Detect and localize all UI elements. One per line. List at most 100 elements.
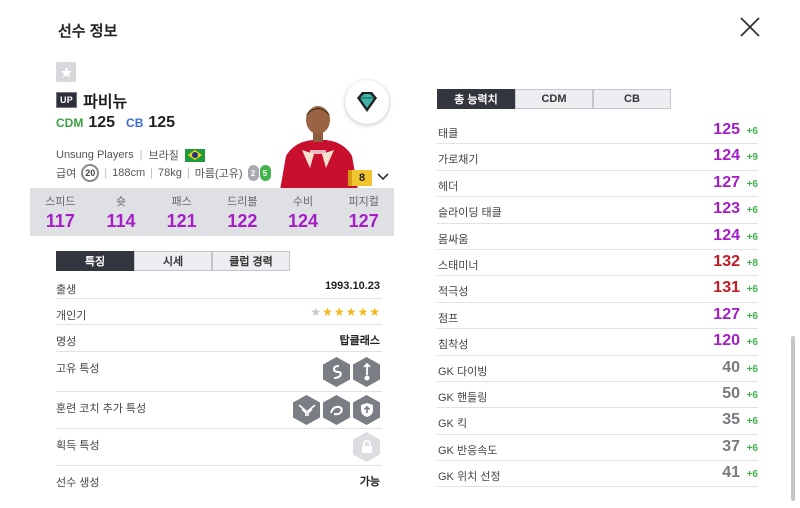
- attribute-tabs: 총 능력치 CDM CB: [437, 89, 671, 109]
- favorite-button[interactable]: [56, 62, 76, 82]
- expand-button[interactable]: [376, 170, 390, 184]
- star-icon: ★: [310, 305, 322, 319]
- attribute-bonus: +6: [746, 416, 758, 428]
- reputation-row: 명성 탑클래스: [56, 325, 382, 352]
- diamond-icon: [357, 92, 377, 112]
- page-title: 선수 정보: [58, 23, 118, 40]
- body-type: 마름(고유): [194, 168, 243, 180]
- attribute-value: 35: [722, 411, 740, 429]
- stat-physical: 피지컬 127: [348, 195, 379, 231]
- attribute-name: 헤더: [438, 180, 459, 193]
- attribute-row: GK 반응속도 37 +6: [437, 435, 758, 462]
- attribute-value: 124: [713, 226, 740, 244]
- weight: 78kg: [158, 167, 182, 179]
- scrollbar[interactable]: [791, 336, 795, 501]
- reputation-value: 탑클래스: [339, 335, 380, 347]
- attribute-value: 41: [722, 464, 740, 482]
- stat-dribbling: 드리블 122: [227, 195, 258, 231]
- attribute-bonus: +6: [746, 389, 758, 401]
- salary-label: 급여: [56, 168, 77, 180]
- attribute-value: 123: [713, 200, 740, 218]
- tab-cb[interactable]: CB: [593, 89, 671, 109]
- wings-icon: [297, 404, 316, 416]
- attribute-bonus: +6: [746, 126, 758, 137]
- attribute-name: 슬라이딩 태클: [438, 207, 502, 220]
- attribute-value: 124: [713, 147, 740, 165]
- trait-icon[interactable]: [323, 357, 350, 387]
- attribute-row: GK 핸들링 50 +6: [437, 382, 758, 409]
- attribute-name: 몸싸움: [438, 233, 469, 246]
- player-creation-value: 가능: [359, 476, 380, 488]
- attribute-list: 태클 125 +6 가로채기 124 +9 헤더 127 +6 슬라이딩 태클 123 +6 몸싸움 12…: [437, 118, 758, 488]
- skill-moves-row: 개인기 ★ ★ ★ ★ ★ ★: [56, 299, 382, 325]
- skill-moves-stars: ★ ★ ★ ★ ★ ★: [310, 305, 380, 319]
- attribute-name: 가로채기: [438, 154, 479, 167]
- tab-price[interactable]: 시세: [134, 251, 212, 271]
- attribute-row: 헤더 127 +6: [437, 171, 758, 198]
- attribute-name: GK 킥: [438, 418, 468, 431]
- chevron-down-icon[interactable]: [376, 170, 390, 184]
- team-row: Unsung Players | 브라질: [56, 147, 205, 163]
- locked-trait-slot: [353, 432, 380, 462]
- position-ratings: CDM 125 CB 125: [56, 114, 175, 132]
- trait-icon[interactable]: [293, 395, 320, 425]
- enhance-level-badge: 8: [348, 170, 372, 186]
- tab-traits[interactable]: 특징: [56, 251, 134, 271]
- salary-badge: 20: [81, 164, 100, 182]
- attribute-name: 태클: [438, 128, 459, 140]
- coach-traits-row: 훈련 코치 추가 특성: [56, 392, 382, 429]
- attribute-value: 132: [713, 252, 740, 270]
- star-icon: ★: [369, 305, 380, 319]
- player-creation-row: 선수 생성 가능: [56, 466, 382, 494]
- team-name: Unsung Players: [56, 149, 134, 161]
- info-tabs: 특징 시세 클럽 경력: [56, 251, 290, 271]
- tab-club-history[interactable]: 클럽 경력: [212, 251, 290, 271]
- long-ball-icon: [362, 363, 371, 381]
- attribute-bonus: +6: [746, 337, 758, 349]
- trait-icon[interactable]: [323, 395, 350, 425]
- attribute-name: GK 다이빙: [438, 365, 488, 378]
- up-badge: UP: [56, 92, 78, 108]
- attribute-value: 50: [722, 384, 740, 402]
- attribute-row: GK 다이빙 40 +6: [437, 356, 758, 382]
- stat-passing: 패스 121: [166, 195, 197, 231]
- attribute-bonus: +6: [746, 363, 758, 375]
- attribute-value: 125: [713, 121, 740, 138]
- attribute-bonus: +6: [746, 205, 758, 217]
- attribute-bonus: +6: [746, 310, 758, 322]
- trait-icon[interactable]: [353, 395, 380, 425]
- attribute-name: GK 위치 선정: [438, 471, 501, 484]
- player-name-row: UP 파비뉴: [56, 88, 127, 112]
- stat-defending: 수비 124: [288, 195, 319, 231]
- star-icon: ★: [322, 305, 333, 319]
- attribute-row: 침착성 120 +6: [437, 329, 758, 356]
- position-cdm-label: CDM: [56, 116, 84, 130]
- attribute-name: GK 반응속도: [438, 444, 498, 457]
- traits-list: 출생 1993.10.23 개인기 ★ ★ ★ ★ ★ ★ 명성 탑클래스 고유…: [56, 273, 382, 494]
- close-icon[interactable]: [738, 15, 762, 39]
- position-cb-ovr: 125: [148, 114, 176, 131]
- star-icon: ★: [345, 305, 357, 319]
- attribute-bonus: +8: [746, 257, 758, 269]
- attribute-bonus: +9: [746, 152, 758, 164]
- attribute-value: 127: [713, 305, 740, 323]
- star-icon: ★: [357, 305, 369, 319]
- attribute-row: 적극성 131 +6: [437, 276, 758, 303]
- attribute-name: 침착성: [438, 339, 469, 352]
- right-foot-rating: 5: [259, 165, 271, 181]
- tab-all-attributes[interactable]: 총 능력치: [437, 89, 515, 109]
- attribute-value: 127: [713, 173, 740, 191]
- close-button[interactable]: [738, 15, 762, 39]
- tab-cdm[interactable]: CDM: [515, 89, 593, 109]
- height: 188cm: [112, 167, 146, 179]
- attribute-value: 40: [722, 358, 740, 376]
- brazil-flag-icon: [184, 148, 205, 162]
- attribute-row: 점프 127 +6: [437, 303, 758, 330]
- trait-icon[interactable]: [353, 357, 380, 387]
- attribute-name: 적극성: [438, 286, 469, 299]
- star-icon: [60, 66, 72, 78]
- weak-foot-badge: 2 5: [247, 165, 271, 181]
- left-foot-rating: 2: [247, 165, 259, 181]
- lock-icon: [361, 440, 372, 453]
- attribute-row: 가로채기 124 +9: [437, 144, 758, 171]
